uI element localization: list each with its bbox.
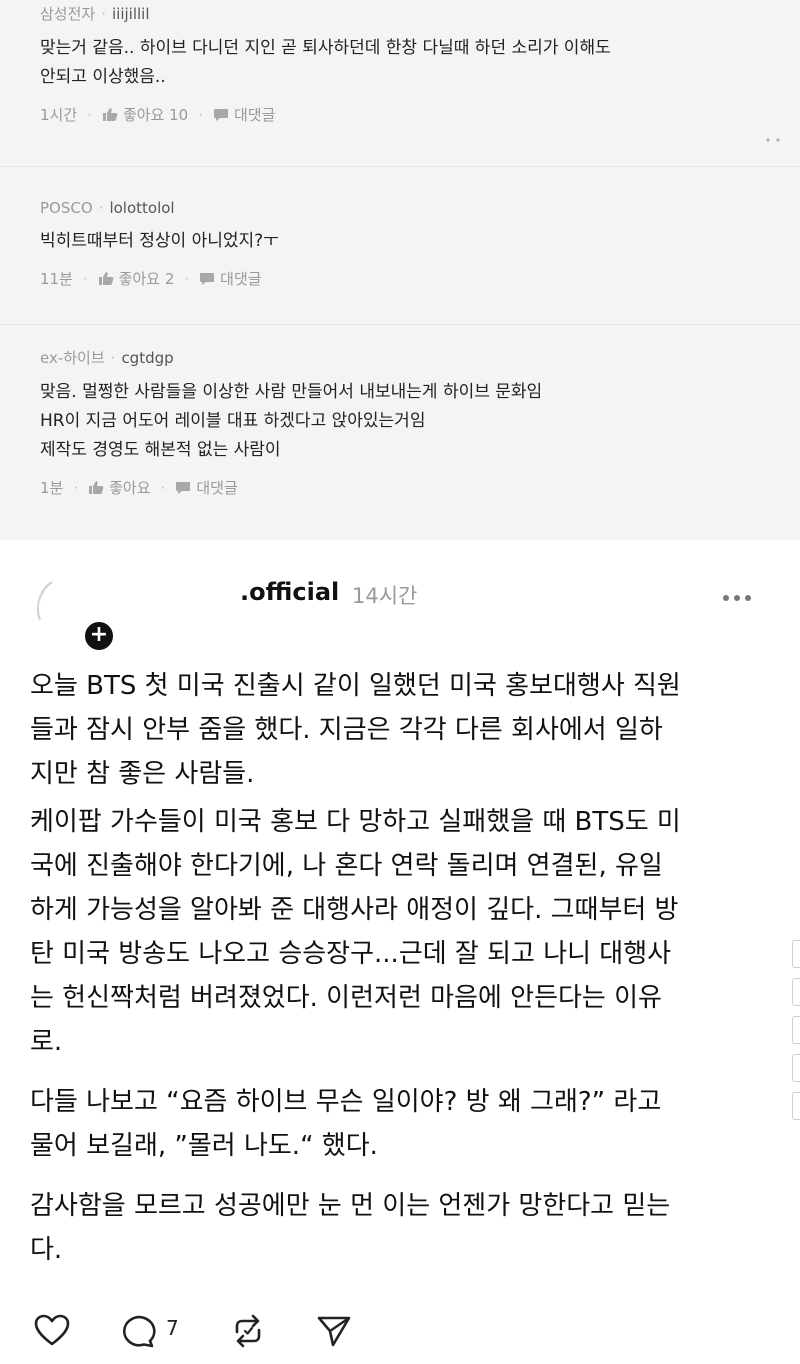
meta-separator: ·: [198, 105, 203, 124]
reply-button[interactable]: 대댓글: [213, 104, 275, 125]
post-header: + .official 14시간: [0, 566, 800, 656]
reply-label: 대댓글: [220, 270, 262, 288]
post-paragraph: 다들 나보고 “요즘 하이브 무슨 일이야? 방 왜 그래?” 라고 물어 보길…: [30, 1087, 662, 1161]
comment-list: 삼성전자 · iiijillil 맞는거 같음.. 하이브 다니던 지인 곧 퇴…: [0, 0, 800, 540]
post-username[interactable]: .official: [240, 578, 339, 606]
like-button[interactable]: 좋아요 10: [102, 104, 188, 125]
like-button[interactable]: 좋아요 2: [98, 268, 175, 289]
post-time: 14시간: [352, 584, 418, 608]
nickname[interactable]: iiijillil: [112, 5, 150, 23]
post-paragraph: 케이팝 가수들이 미국 홍보 다 망하고 실패했을 때 BTS도 미 국에 진출…: [30, 807, 681, 1057]
post-paragraph: 감사함을 모르고 성공에만 눈 먼 이는 언젠가 망한다고 믿는 다.: [30, 1191, 671, 1265]
thumbs-up-icon: [98, 272, 114, 285]
meta-separator: ·: [82, 269, 88, 288]
comment-meta: 삼성전자 · iiijillil: [40, 0, 760, 24]
comment-meta: POSCO · lolottolol: [40, 167, 760, 217]
meta-separator: ·: [87, 105, 92, 124]
comment-actions: 1분 · 좋아요 · 대댓글: [40, 477, 760, 498]
meta-separator: ·: [110, 348, 116, 367]
post-body: 오늘 BTS 첫 미국 진출시 같이 일했던 미국 홍보대행사 직원 들과 잠시…: [30, 664, 770, 1272]
nickname[interactable]: lolottolol: [109, 199, 174, 217]
reply-button[interactable]: 대댓글: [199, 268, 262, 289]
post: + .official 14시간 오늘 BTS 첫 미국 진출시 같이 일했던 …: [0, 540, 800, 1364]
more-options-icon[interactable]: [722, 594, 752, 602]
thumbs-up-icon: [89, 481, 104, 494]
reply-label: 대댓글: [196, 479, 238, 497]
speech-bubble-icon: [213, 108, 228, 121]
comment-item: ex-하이브 · cgtdgp 맞음. 멀쩡한 사람들을 이상한 사람 만들어서…: [0, 324, 800, 540]
reply-button[interactable]: 대댓글: [175, 477, 238, 498]
meta-separator: ·: [73, 478, 79, 497]
scrollbar[interactable]: [792, 940, 800, 1130]
reply-label: 대댓글: [233, 106, 276, 124]
comment-time: 11분: [40, 270, 73, 288]
meta-separator: ·: [98, 199, 104, 217]
repost-icon[interactable]: [230, 1314, 266, 1348]
comment-item: POSCO · lolottolol 빅히트때부터 정상이 아니었지?ㅜ 11분…: [0, 166, 800, 324]
comment-actions: 11분 · 좋아요 2 · 대댓글: [40, 268, 760, 289]
follow-plus-icon[interactable]: +: [82, 619, 116, 653]
heart-icon[interactable]: [34, 1314, 70, 1346]
comment-time: 1분: [40, 479, 64, 497]
comment-item: 삼성전자 · iiijillil 맞는거 같음.. 하이브 다니던 지인 곧 퇴…: [0, 0, 800, 166]
speech-bubble-icon: [200, 272, 215, 285]
company-name: ex-하이브: [40, 349, 105, 367]
meta-separator: ·: [101, 4, 106, 23]
comment-text: 맞음. 멀쩡한 사람들을 이상한 사람 만들어서 내보내는게 하이브 문화임 H…: [40, 382, 543, 460]
comment-count: 7: [166, 1316, 179, 1340]
like-label: 좋아요 10: [122, 106, 189, 124]
screen: 삼성전자 · iiijillil 맞는거 같음.. 하이브 다니던 지인 곧 퇴…: [0, 0, 800, 1364]
meta-separator: ·: [160, 478, 166, 497]
speech-bubble-icon: [176, 481, 191, 494]
post-paragraph: 오늘 BTS 첫 미국 진출시 같이 일했던 미국 홍보대행사 직원 들과 잠시…: [30, 671, 681, 789]
like-button[interactable]: 좋아요: [88, 477, 151, 498]
send-icon[interactable]: [316, 1314, 352, 1348]
comment-time: 1시간: [40, 106, 78, 124]
thumbs-up-icon: [102, 108, 118, 121]
comment-icon[interactable]: [120, 1314, 156, 1348]
comment-meta: ex-하이브 · cgtdgp: [40, 325, 760, 368]
comment-text: 맞는거 같음.. 하이브 다니던 지인 곧 퇴사하던데 한창 다닐때 하던 소리…: [40, 38, 611, 87]
like-label: 좋아요 2: [118, 270, 175, 288]
like-label: 좋아요: [109, 479, 151, 497]
nickname[interactable]: cgtdgp: [121, 349, 173, 367]
company-name: 삼성전자: [40, 5, 96, 23]
meta-separator: ·: [184, 269, 190, 288]
comment-text: 빅히트때부터 정상이 아니었지?ㅜ: [40, 231, 279, 251]
more-options-icon[interactable]: [766, 138, 780, 142]
company-name: POSCO: [40, 199, 93, 217]
comment-actions: 1시간 · 좋아요 10 · 대댓글: [40, 104, 760, 125]
